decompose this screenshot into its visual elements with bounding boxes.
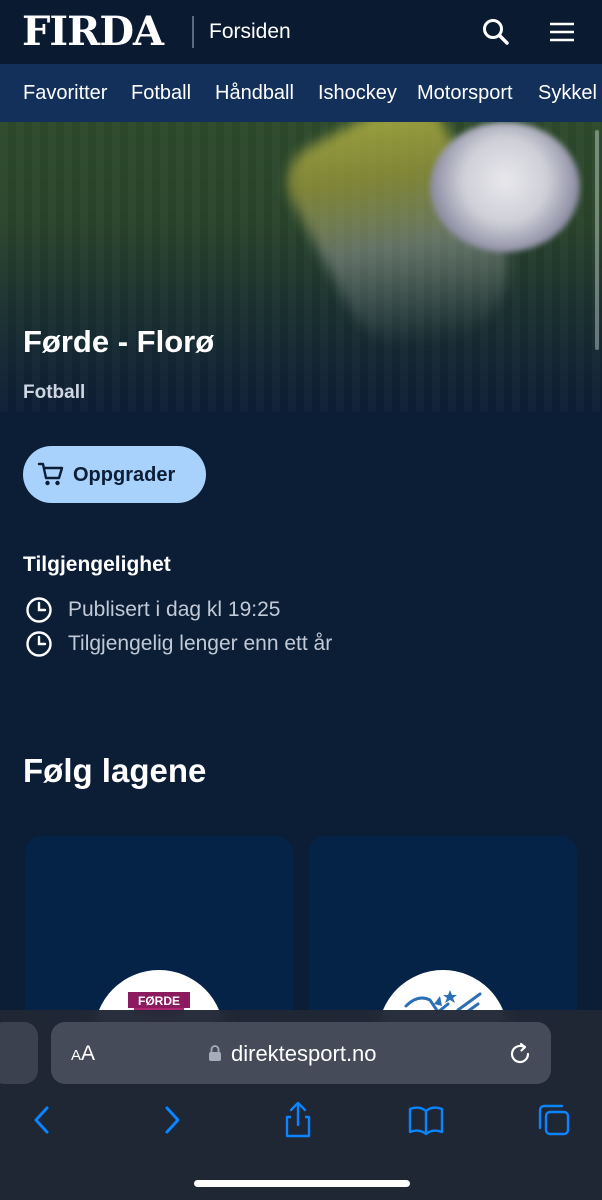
tabs-icon[interactable] (534, 1100, 574, 1140)
firda-logo[interactable]: FIRDA (22, 10, 164, 54)
previous-tab-stub[interactable] (0, 1022, 38, 1084)
address-bar[interactable]: AA direktesport.no (51, 1022, 551, 1084)
nav-item-favoritter[interactable]: Favoritter (23, 80, 107, 106)
match-title: Førde - Florø (23, 324, 215, 359)
share-icon[interactable] (278, 1100, 318, 1140)
clock-icon (25, 630, 53, 658)
shopping-cart-icon (37, 460, 65, 488)
svg-text:FØRDE: FØRDE (138, 994, 180, 1008)
lock-icon (208, 1044, 222, 1062)
upgrade-button-label: Oppgrader (73, 464, 176, 486)
hero-image (0, 122, 602, 412)
nav-item-handball[interactable]: Håndball (215, 80, 294, 106)
sport-label[interactable]: Fotball (23, 381, 85, 405)
bookmarks-icon[interactable] (406, 1100, 446, 1140)
home-indicator[interactable] (194, 1180, 410, 1187)
nav-item-sykkel[interactable]: Sykkel (538, 80, 597, 106)
hero-football (430, 122, 580, 252)
published-text: Publisert i dag kl 19:25 (68, 598, 281, 621)
team-card-floro[interactable] (309, 836, 577, 1036)
availability-heading: Tilgjengelighet (23, 553, 171, 576)
hamburger-menu-icon[interactable] (546, 16, 578, 48)
follow-teams-heading: Følg lagene (23, 752, 207, 789)
logo-divider (192, 16, 194, 48)
duration-text: Tilgjengelig lenger enn ett år (68, 632, 333, 655)
nav-item-motorsport[interactable]: Motorsport (417, 80, 513, 106)
search-icon[interactable] (480, 16, 512, 48)
forward-icon[interactable] (152, 1100, 192, 1140)
nav-item-fotball[interactable]: Fotball (131, 80, 191, 106)
nav-item-ishockey[interactable]: Ishockey (318, 80, 397, 106)
reload-icon[interactable] (507, 1041, 533, 1067)
team-card-forde[interactable]: FØRDE (25, 836, 293, 1036)
upgrade-button[interactable]: Oppgrader (23, 446, 206, 503)
page-scrollbar[interactable] (595, 130, 599, 350)
top-header: FIRDA Forsiden (0, 0, 602, 64)
reader-text-size-button[interactable]: AA (71, 1042, 95, 1068)
section-title[interactable]: Forsiden (209, 18, 291, 46)
url-text: direktesport.no (231, 1041, 377, 1066)
category-nav: Favoritter Fotball Håndball Ishockey Mot… (0, 64, 602, 122)
back-icon[interactable] (22, 1100, 62, 1140)
clock-icon (25, 596, 53, 624)
